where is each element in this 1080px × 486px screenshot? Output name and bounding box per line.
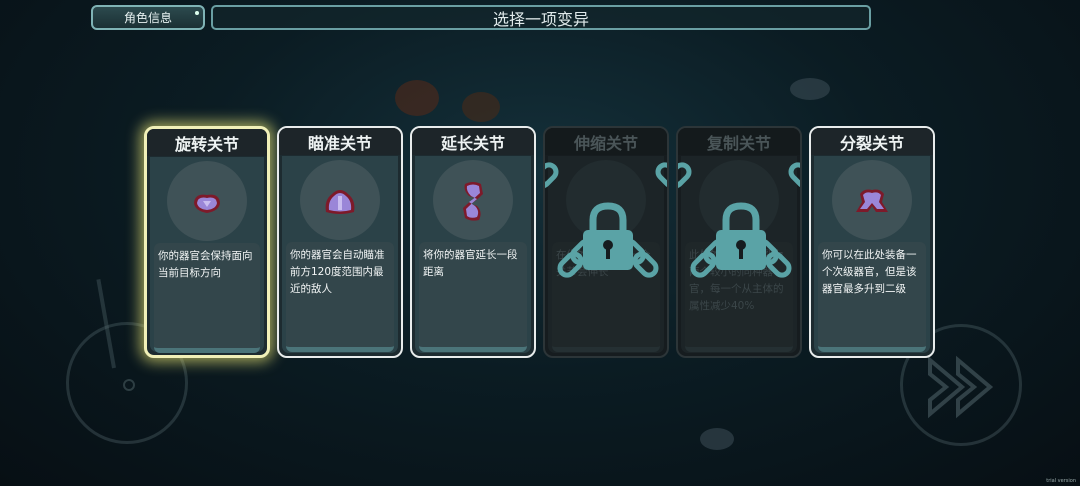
notification-dot — [195, 11, 199, 15]
mutation-card-rotate[interactable]: 旋转关节 你的器官会保持面向当前目标方向 — [144, 126, 270, 358]
mutation-card-split[interactable]: 分裂关节 你可以在此处装备一个次级器官，但是该器官最多升到二级 — [809, 126, 935, 358]
mutation-card-telescopic-locked: 伸缩关节 在你的器官上装一个关节会伸长 — [543, 126, 669, 358]
organ-aim-icon — [300, 160, 380, 240]
lock-icon — [545, 162, 667, 278]
mutation-card-duplicate-locked: 复制关节 此处的器官会分裂为两个较小的同种器官，每一个从主体的属性减少40% — [676, 126, 802, 358]
watermark: trial version — [1046, 478, 1076, 484]
fast-forward-icon — [928, 355, 994, 419]
organ-extend-icon — [433, 160, 513, 240]
mutation-card-aim[interactable]: 瞄准关节 你的器官会自动瞄准前方120度范围内最近的敌人 — [277, 126, 403, 358]
background-creature — [790, 78, 830, 100]
organ-split-icon — [832, 160, 912, 240]
background-creature — [700, 428, 734, 450]
card-title: 分裂关节 — [811, 128, 933, 155]
joystick-center — [123, 379, 135, 391]
lock-icon — [678, 162, 800, 278]
role-info-label: 角色信息 — [123, 11, 172, 25]
card-description: 你可以在此处装备一个次级器官，但是该器官最多升到二级 — [818, 242, 926, 352]
background-coral — [395, 80, 439, 116]
page-title: 选择一项变异 — [211, 5, 871, 30]
card-title: 旋转关节 — [147, 129, 267, 156]
card-title: 延长关节 — [412, 128, 534, 155]
page-title-text: 选择一项变异 — [492, 9, 589, 29]
card-title: 瞄准关节 — [279, 128, 401, 155]
card-description: 将你的器官延长一段距离 — [419, 242, 527, 352]
background-coral — [462, 92, 500, 122]
mutation-card-extend[interactable]: 延长关节 将你的器官延长一段距离 — [410, 126, 536, 358]
organ-rotate-icon — [167, 161, 247, 241]
role-info-button[interactable]: 角色信息 — [91, 5, 205, 30]
card-description: 你的器官会保持面向当前目标方向 — [154, 243, 260, 353]
card-description: 你的器官会自动瞄准前方120度范围内最近的敌人 — [286, 242, 394, 352]
